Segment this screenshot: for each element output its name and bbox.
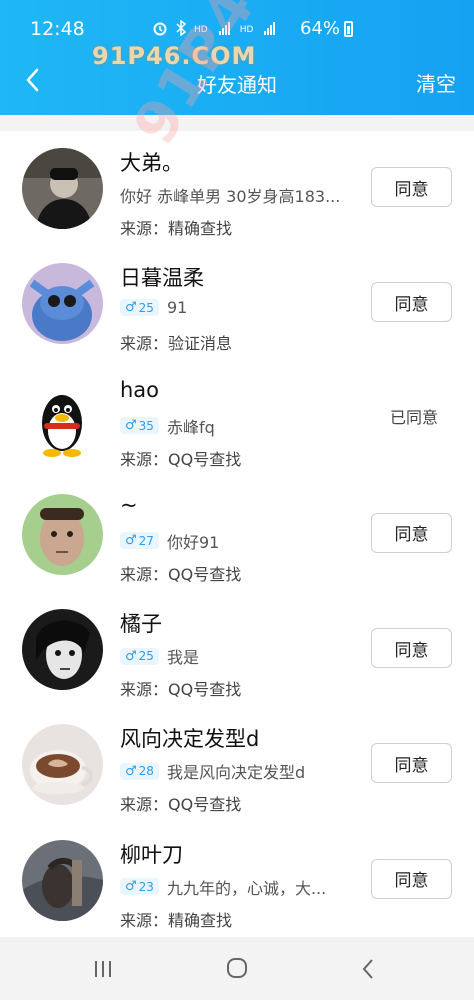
request-source: 来源：精确查找 [120, 219, 233, 238]
gender-age-badge: ♂ 23 [120, 878, 159, 896]
request-source: 来源：精确查找 [120, 910, 233, 930]
friend-name: hao [120, 377, 160, 402]
friend-name: 柳叶刀 [120, 842, 183, 867]
agree-button[interactable]: 同意 [371, 628, 452, 669]
male-icon: ♂ [125, 300, 137, 316]
agree-button[interactable]: 同意 [371, 858, 452, 899]
gender-age-badge: ♂ 25 [120, 647, 159, 665]
message-line: ♂ 27 你好91 [120, 529, 219, 553]
list-item[interactable]: ~ ♂ 27 你好91 来源：QQ号查找 同意 [0, 477, 474, 592]
male-icon: ♂ [125, 879, 137, 895]
home-icon [227, 958, 247, 978]
bluetooth-icon [175, 19, 187, 39]
age: 25 [138, 300, 154, 315]
avatar [22, 148, 103, 229]
age: 23 [138, 879, 154, 894]
request-message: 你好91 [166, 532, 220, 552]
gender-age-badge: ♂ 25 [120, 299, 159, 317]
request-message: 你好 赤峰单男 30岁身高183... [120, 187, 341, 206]
page-title: 好友通知 [197, 73, 277, 97]
battery-status: 64% [300, 18, 354, 39]
gender-age-badge: ♂ 27 [120, 532, 159, 550]
agree-button[interactable]: 同意 [371, 167, 452, 207]
system-back-button[interactable] [354, 955, 384, 983]
age: 27 [138, 533, 154, 548]
list-item[interactable]: 风向决定发型d ♂ 28 我是风向决定发型d 来源：QQ号查找 同意 [0, 707, 474, 822]
request-source: 来源：QQ号查找 [120, 564, 242, 584]
request-message: 我是风向决定发型d [166, 763, 306, 783]
request-source: 来源：QQ号查找 [120, 449, 242, 469]
list-item[interactable]: 日暮温柔 ♂ 25 91 来源：验证消息 同意 [0, 246, 474, 361]
male-icon: ♂ [125, 533, 137, 549]
gender-age-badge: ♂ 35 [120, 417, 159, 435]
message-line: 你好 赤峰单男 30岁身高183... [120, 183, 340, 207]
friend-name: 大弟。 [120, 151, 183, 175]
notification-list: 大弟。 你好 赤峰单男 30岁身高183... 来源：精确查找 同意 日暮温柔 … [0, 131, 474, 938]
male-icon: ♂ [125, 418, 137, 434]
battery-icon [344, 20, 354, 37]
avatar [22, 263, 103, 345]
message-line: ♂ 28 我是风向决定发型d [120, 759, 305, 783]
avatar [22, 493, 103, 575]
list-item[interactable]: 大弟。 你好 赤峰单男 30岁身高183... 来源：精确查找 同意 [0, 131, 474, 246]
clear-button[interactable]: 清空 [416, 68, 456, 97]
age: 28 [138, 764, 154, 779]
message-line: ♂ 35 赤峰fq [120, 414, 215, 438]
request-message: 赤峰fq [166, 417, 215, 437]
friend-name: 橘子 [120, 612, 162, 637]
message-line: ♂ 25 我是 [120, 644, 199, 668]
male-icon: ♂ [125, 648, 137, 664]
agree-button[interactable]: 同意 [371, 282, 452, 323]
age: 35 [138, 418, 154, 433]
request-message: 我是 [166, 648, 199, 668]
recent-apps-button[interactable] [88, 955, 118, 983]
age: 25 [138, 649, 154, 664]
agreed-status: 已同意 [389, 407, 438, 427]
request-source: 来源：QQ号查找 [120, 680, 242, 700]
hd-icon: HD [239, 24, 254, 35]
friend-name: 日暮温柔 [120, 266, 204, 291]
gender-age-badge: ♂ 28 [120, 762, 159, 780]
nav-bar: 好友通知 清空 [0, 58, 474, 115]
request-message: 九九年的，心诚，大... [166, 878, 327, 898]
battery-percent: 64% [300, 18, 341, 39]
system-nav-bar [0, 937, 474, 1000]
alarm-icon [152, 20, 168, 39]
header-bar: 12:48 HD HD 64% 91P46.COM 好友通知 清空 [0, 0, 474, 115]
status-icons: HD HD [152, 19, 278, 39]
avatar [22, 609, 103, 691]
home-button[interactable] [222, 955, 252, 983]
4g-signal-icon [260, 20, 278, 39]
avatar [22, 724, 103, 806]
hd-icon: HD [194, 24, 208, 35]
recent-apps-icon [95, 961, 111, 977]
friend-name: 风向决定发型d [120, 727, 260, 752]
request-message: 91 [166, 298, 188, 318]
back-icon [362, 959, 373, 979]
male-icon: ♂ [125, 763, 137, 779]
list-item[interactable]: hao ♂ 35 赤峰fq 来源：QQ号查找 已同意 [0, 362, 474, 477]
request-source: 来源：验证消息 [120, 334, 233, 354]
list-item[interactable]: 橘子 ♂ 25 我是 来源：QQ号查找 同意 [0, 592, 474, 707]
list-item[interactable]: 柳叶刀 ♂ 23 九九年的，心诚，大... 来源：精确查找 同意 [0, 823, 474, 938]
4g-signal-icon [215, 20, 233, 39]
agree-button[interactable]: 同意 [371, 512, 452, 553]
friend-name: ~ [120, 492, 138, 517]
status-time: 12:48 [30, 18, 85, 40]
request-source: 来源：QQ号查找 [120, 795, 242, 815]
message-line: ♂ 23 九九年的，心诚，大... [120, 875, 326, 899]
agree-button[interactable]: 同意 [371, 743, 452, 784]
message-line: ♂ 25 91 [120, 298, 187, 317]
section-divider [0, 115, 474, 131]
avatar [22, 378, 103, 460]
avatar [22, 839, 103, 921]
